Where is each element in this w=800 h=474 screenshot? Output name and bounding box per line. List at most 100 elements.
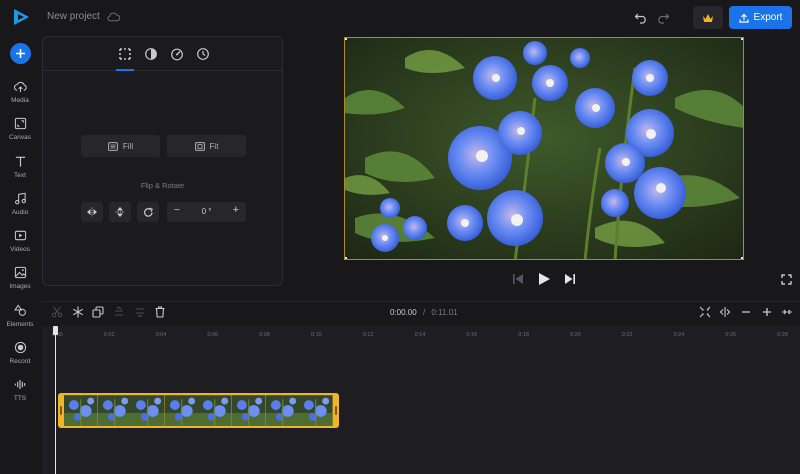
clip-thumbnail (97, 395, 132, 426)
ruler-tick-label: 0:10 (311, 332, 322, 338)
ruler-tick-label: 0:08 (259, 332, 270, 338)
canvas-resize-icon (14, 117, 26, 130)
flip-rotate-heading: Flip & Rotate (140, 181, 185, 190)
text-icon (15, 156, 25, 167)
flip-vertical-button[interactable] (109, 202, 131, 222)
fit-timeline-icon[interactable] (699, 306, 711, 318)
sidebar-item-elements[interactable]: Elements (0, 304, 40, 336)
preview-frame-image (345, 38, 743, 259)
time-display: 0:00.00 / 0:11.01 (390, 308, 458, 317)
waveform-icon (14, 379, 25, 390)
sidebar-item-record[interactable]: Record (0, 341, 40, 373)
ruler-tick-label: 0:14 (414, 332, 426, 338)
cloud-sync-icon (107, 12, 120, 22)
sidebar-item-canvas[interactable]: Canvas (0, 117, 40, 149)
export-button[interactable]: Export (729, 6, 792, 29)
upload-icon (738, 13, 749, 23)
shapes-icon (13, 304, 26, 316)
playhead-line (55, 330, 56, 474)
sidebar-item-label: Videos (10, 246, 30, 253)
snap-icon[interactable] (719, 306, 731, 318)
sidebar-item-label: Record (9, 358, 31, 365)
sidebar-item-label: Images (9, 283, 31, 290)
music-note-icon (14, 192, 26, 205)
app-logo-icon[interactable] (11, 7, 31, 27)
delete-icon[interactable] (154, 306, 166, 318)
properties-panel: Fill Fit Flip & Rotate − 0 ° + (42, 36, 283, 286)
send-backward-icon[interactable] (134, 306, 146, 318)
fit-button[interactable]: Fit (167, 135, 246, 157)
fill-button[interactable]: Fill (81, 135, 160, 157)
flip-horizontal-button[interactable] (81, 202, 103, 222)
time-separator: / (422, 308, 426, 317)
add-media-button[interactable] (10, 43, 31, 64)
resize-handle-bottom-left[interactable] (345, 257, 347, 259)
skip-forward-icon[interactable] (564, 272, 576, 286)
ruler-tick-label: 0:06 (207, 332, 219, 338)
active-tab-indicator (116, 69, 134, 71)
sidebar-item-label: Canvas (8, 134, 32, 141)
sidebar-item-label: Audio (11, 209, 29, 216)
record-icon (14, 341, 26, 354)
resize-handle-top-right[interactable] (741, 38, 743, 40)
resize-handle-top-left[interactable] (345, 38, 347, 40)
freeze-frame-icon[interactable] (72, 306, 84, 318)
fill-icon (107, 141, 118, 151)
split-scissors-icon[interactable] (51, 306, 63, 318)
fit-label: Fit (209, 141, 219, 151)
duplicate-icon[interactable] (92, 306, 104, 318)
ruler-tick-label: 0:22 (621, 332, 633, 338)
clip-thumbnail (198, 395, 232, 426)
rotate-button[interactable] (137, 202, 159, 222)
tab-crop-fit-icon[interactable] (118, 47, 132, 61)
clip-trim-handle-right[interactable] (335, 406, 337, 415)
collapse-icon[interactable] (781, 306, 793, 318)
playhead-handle[interactable] (53, 326, 58, 335)
top-bar: New project Export (0, 0, 800, 36)
bring-forward-icon[interactable] (113, 306, 125, 318)
tab-speed-icon[interactable] (170, 47, 184, 61)
sidebar-item-label: Media (11, 97, 29, 104)
ruler-tick-label: 0:04 (155, 332, 167, 338)
fill-label: Fill (122, 141, 134, 151)
ruler-tick-label: 0:16 (466, 332, 478, 338)
clip-trim-handle-left[interactable] (60, 406, 62, 415)
clip-thumbnail (299, 395, 333, 426)
cloud-upload-icon (13, 81, 27, 93)
video-preview[interactable] (344, 37, 744, 260)
flip-horizontal-icon (87, 207, 97, 217)
undo-icon[interactable] (634, 11, 648, 24)
zoom-in-icon[interactable] (761, 306, 773, 318)
project-name[interactable]: New project (47, 11, 100, 22)
ruler-tick-label: 0:28 (777, 332, 788, 338)
video-clip[interactable] (58, 393, 339, 428)
sidebar-item-audio[interactable]: Audio (0, 192, 40, 224)
tab-adjust-icon[interactable] (144, 47, 158, 61)
clip-thumbnails (64, 395, 333, 426)
clip-thumbnail (64, 395, 98, 426)
rotation-stepper: − 0 ° + (167, 202, 246, 222)
current-time: 0:00.00 (390, 308, 417, 317)
sidebar-item-text[interactable]: Text (0, 155, 40, 187)
clip-thumbnail (164, 395, 199, 426)
flip-vertical-icon (115, 207, 125, 217)
sidebar-item-tts[interactable]: TTS (0, 378, 40, 410)
sidebar-item-media[interactable]: Media (0, 80, 40, 112)
ruler-tick-label: 0:20 (570, 332, 581, 338)
video-icon (14, 230, 26, 241)
play-icon[interactable] (537, 272, 551, 286)
sidebar-item-label: TTS (13, 395, 27, 402)
image-icon (14, 266, 26, 279)
rotation-increase-button[interactable]: + (233, 204, 239, 216)
fullscreen-icon[interactable] (781, 274, 792, 285)
skip-back-icon[interactable] (512, 272, 524, 286)
zoom-out-icon[interactable] (740, 306, 752, 318)
redo-icon[interactable] (656, 11, 670, 24)
tab-duration-icon[interactable] (196, 47, 210, 61)
resize-handle-bottom-right[interactable] (741, 257, 743, 259)
ruler-tick-label: 0:26 (725, 332, 737, 338)
sidebar-item-images[interactable]: Images (0, 266, 40, 298)
ruler-tick-label: 0:02 (103, 332, 115, 338)
premium-button[interactable] (693, 6, 723, 29)
sidebar-item-videos[interactable]: Videos (0, 229, 40, 261)
